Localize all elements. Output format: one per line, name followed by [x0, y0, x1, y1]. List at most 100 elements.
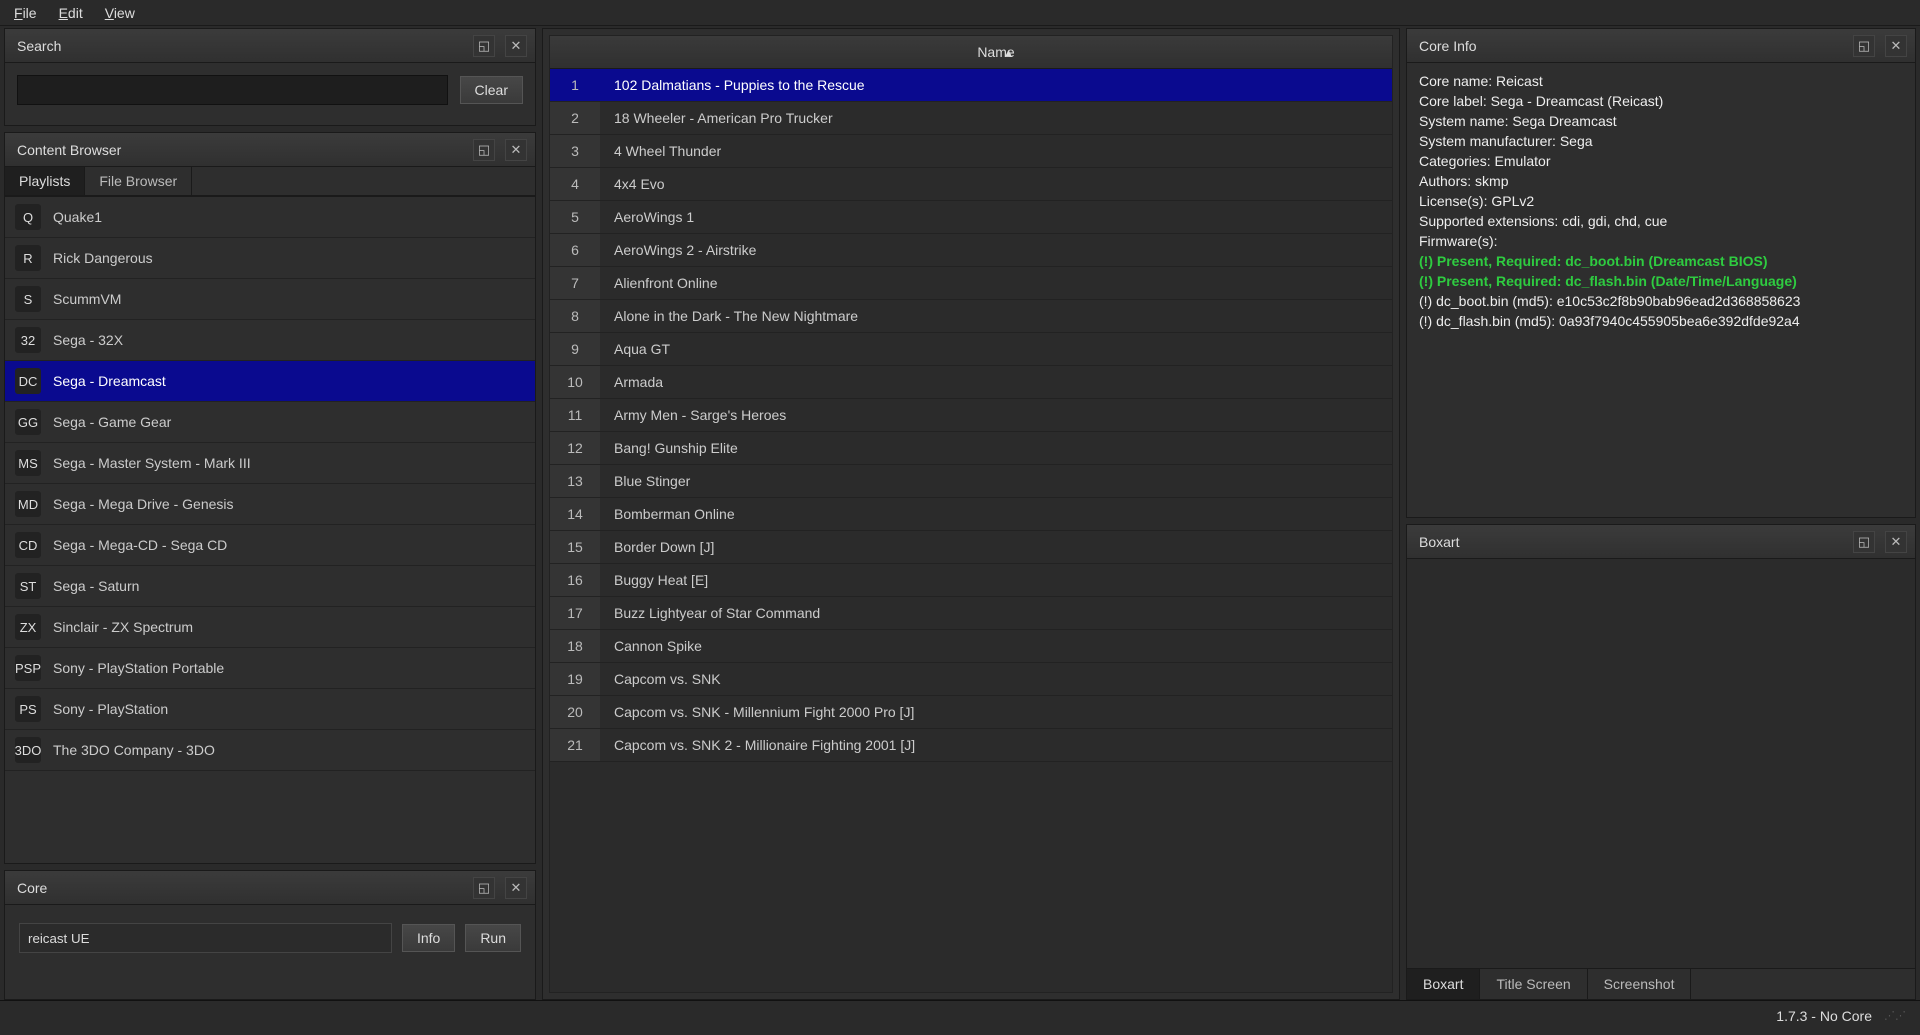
row-name: Army Men - Sarge's Heroes — [600, 399, 1392, 432]
table-row[interactable]: 5AeroWings 1 — [550, 201, 1392, 234]
table-row[interactable]: 16Buggy Heat [E] — [550, 564, 1392, 597]
playlist-label: Sega - Master System - Mark III — [53, 455, 251, 471]
content-browser-close-button[interactable]: ✕ — [505, 139, 527, 161]
playlist-item[interactable]: PSP Sony - PlayStation Portable — [5, 648, 535, 689]
search-title: Search — [17, 38, 463, 54]
core-close-button[interactable]: ✕ — [505, 877, 527, 899]
playlist-label: Rick Dangerous — [53, 250, 153, 266]
search-input[interactable] — [17, 75, 448, 105]
table-row[interactable]: 17Buzz Lightyear of Star Command — [550, 597, 1392, 630]
game-table: Name ▴ 1102 Dalmatians - Puppies to the … — [550, 36, 1392, 762]
row-number: 2 — [550, 102, 600, 135]
core-info-line: Core name: Reicast — [1419, 71, 1903, 91]
row-number: 15 — [550, 531, 600, 564]
boxart-viewport — [1407, 559, 1915, 968]
row-name: Border Down [J] — [600, 531, 1392, 564]
row-number: 5 — [550, 201, 600, 234]
core-info-line: Supported extensions: cdi, gdi, chd, cue — [1419, 211, 1903, 231]
core-info-title: Core Info — [1419, 38, 1843, 54]
core-info-text: Core name: ReicastCore label: Sega - Dre… — [1407, 63, 1915, 517]
table-row[interactable]: 44x4 Evo — [550, 168, 1392, 201]
boxart-undock-button[interactable]: ◱ — [1853, 531, 1875, 553]
table-row[interactable]: 15Border Down [J] — [550, 531, 1392, 564]
core-info-undock-button[interactable]: ◱ — [1853, 35, 1875, 57]
table-row[interactable]: 7Alienfront Online — [550, 267, 1392, 300]
table-row[interactable]: 18Cannon Spike — [550, 630, 1392, 663]
search-close-button[interactable]: ✕ — [505, 35, 527, 57]
playlist-item[interactable]: DCSega - Dreamcast — [5, 361, 535, 402]
playlist-icon: PSP — [15, 655, 41, 681]
table-row[interactable]: 8Alone in the Dark - The New Nightmare — [550, 300, 1392, 333]
column-number-header[interactable] — [550, 36, 600, 69]
boxart-panel: Boxart ◱ ✕ BoxartTitle ScreenScreenshot — [1406, 524, 1916, 1000]
core-info-line: Categories: Emulator — [1419, 151, 1903, 171]
row-number: 8 — [550, 300, 600, 333]
row-number: 4 — [550, 168, 600, 201]
menu-view[interactable]: View — [105, 5, 135, 21]
column-name-header[interactable]: Name ▴ — [600, 36, 1392, 69]
status-text: 1.7.3 - No Core — [1776, 1008, 1872, 1024]
row-name: Buggy Heat [E] — [600, 564, 1392, 597]
table-row[interactable]: 34 Wheel Thunder — [550, 135, 1392, 168]
playlist-item[interactable]: PSSony - PlayStation — [5, 689, 535, 730]
search-undock-button[interactable]: ◱ — [473, 35, 495, 57]
core-undock-button[interactable]: ◱ — [473, 877, 495, 899]
row-name: 102 Dalmatians - Puppies to the Rescue — [600, 69, 1392, 102]
table-row[interactable]: 19Capcom vs. SNK — [550, 663, 1392, 696]
table-row[interactable]: 11Army Men - Sarge's Heroes — [550, 399, 1392, 432]
playlist-item[interactable]: QQuake1 — [5, 197, 535, 238]
content-browser-tab-file-browser[interactable]: File Browser — [85, 167, 192, 195]
table-row[interactable]: 20Capcom vs. SNK - Millennium Fight 2000… — [550, 696, 1392, 729]
boxart-tab-screenshot[interactable]: Screenshot — [1588, 969, 1692, 999]
playlist-item[interactable]: 3DOThe 3DO Company - 3DO — [5, 730, 535, 771]
core-info-close-button[interactable]: ✕ — [1885, 35, 1907, 57]
row-name: AeroWings 2 - Airstrike — [600, 234, 1392, 267]
playlist-item[interactable]: SScummVM — [5, 279, 535, 320]
core-select-input[interactable] — [19, 923, 392, 953]
menu-file[interactable]: File — [14, 5, 37, 21]
row-number: 9 — [550, 333, 600, 366]
playlist-item[interactable]: CDSega - Mega-CD - Sega CD — [5, 525, 535, 566]
row-name: Buzz Lightyear of Star Command — [600, 597, 1392, 630]
boxart-close-button[interactable]: ✕ — [1885, 531, 1907, 553]
clear-button[interactable]: Clear — [460, 76, 523, 104]
playlist-item[interactable]: STSega - Saturn — [5, 566, 535, 607]
row-number: 11 — [550, 399, 600, 432]
playlist-item[interactable]: 32Sega - 32X — [5, 320, 535, 361]
playlist-item[interactable]: MSSega - Master System - Mark III — [5, 443, 535, 484]
row-number: 7 — [550, 267, 600, 300]
table-row[interactable]: 21Capcom vs. SNK 2 - Millionaire Fightin… — [550, 729, 1392, 762]
playlist-icon: GG — [15, 409, 41, 435]
playlist-label: Sony - PlayStation Portable — [53, 660, 224, 676]
playlist-item[interactable]: ZXSinclair - ZX Spectrum — [5, 607, 535, 648]
table-row[interactable]: 12Bang! Gunship Elite — [550, 432, 1392, 465]
row-number: 10 — [550, 366, 600, 399]
table-row[interactable]: 14Bomberman Online — [550, 498, 1392, 531]
playlist-label: Sega - 32X — [53, 332, 123, 348]
table-row[interactable]: 10Armada — [550, 366, 1392, 399]
playlist-label: Sega - Dreamcast — [53, 373, 166, 389]
playlist-item[interactable]: RRick Dangerous — [5, 238, 535, 279]
boxart-tab-title-screen[interactable]: Title Screen — [1480, 969, 1587, 999]
menu-edit[interactable]: Edit — [59, 5, 83, 21]
content-browser-tab-playlists[interactable]: Playlists — [5, 167, 85, 195]
playlist-icon: ZX — [15, 614, 41, 640]
status-bar: 1.7.3 - No Core ⋰⋰ — [0, 1000, 1920, 1030]
playlist-item[interactable]: GGSega - Game Gear — [5, 402, 535, 443]
playlist-item[interactable]: MDSega - Mega Drive - Genesis — [5, 484, 535, 525]
core-info-button[interactable]: Info — [402, 924, 455, 952]
table-row[interactable]: 6AeroWings 2 - Airstrike — [550, 234, 1392, 267]
playlist-icon: MD — [15, 491, 41, 517]
table-row[interactable]: 1102 Dalmatians - Puppies to the Rescue — [550, 69, 1392, 102]
core-run-button[interactable]: Run — [465, 924, 521, 952]
resize-grip-icon[interactable]: ⋰⋰ — [1884, 1013, 1906, 1019]
table-row[interactable]: 13Blue Stinger — [550, 465, 1392, 498]
boxart-tab-boxart[interactable]: Boxart — [1407, 969, 1480, 999]
playlist-list[interactable]: QQuake1RRick DangerousSScummVM32Sega - 3… — [5, 196, 535, 863]
row-name: Cannon Spike — [600, 630, 1392, 663]
row-name: 4 Wheel Thunder — [600, 135, 1392, 168]
content-browser-undock-button[interactable]: ◱ — [473, 139, 495, 161]
playlist-icon: PS — [15, 696, 41, 722]
table-row[interactable]: 9Aqua GT — [550, 333, 1392, 366]
table-row[interactable]: 218 Wheeler - American Pro Trucker — [550, 102, 1392, 135]
